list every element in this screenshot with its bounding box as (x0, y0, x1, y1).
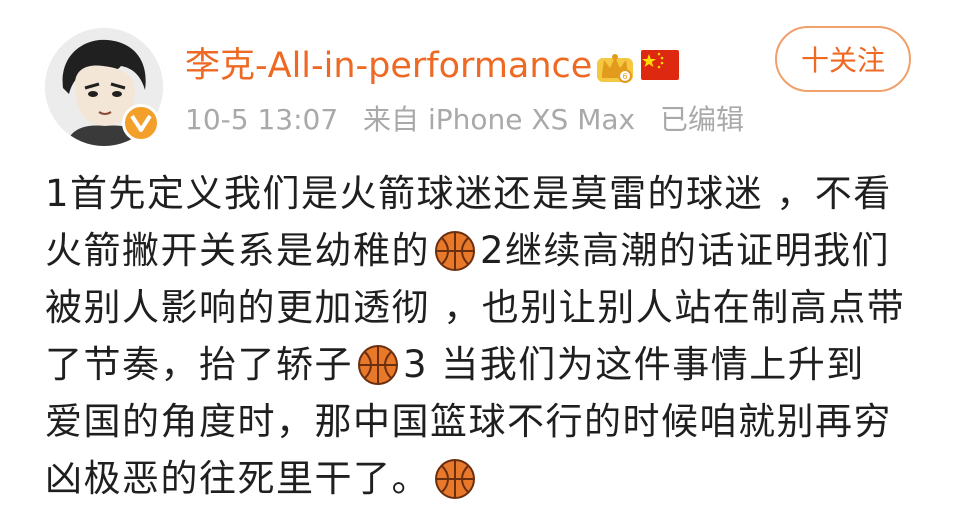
post-content: 1首先定义我们是火箭球迷还是莫雷的球迷 ，不看 火箭撇开关系是幼稚的 2继续高潮… (45, 165, 945, 507)
text-segment: 2继续高潮的话证明我们 (480, 229, 891, 272)
content-line: 火箭撇开关系是幼稚的 2继续高潮的话证明我们 (45, 222, 945, 279)
follow-button[interactable]: 十关注 (775, 26, 911, 92)
text-segment: 了节奏，抬了轿子 (45, 343, 353, 386)
basketball-icon (435, 230, 475, 271)
text-segment: 爱国的角度时，那中国篮球不行的时候咱就别再穷 (45, 400, 892, 443)
follow-label: 十关注 (800, 44, 885, 77)
text-segment: 1首先定义我们是火箭球迷还是莫雷的球迷 ，不看 (45, 172, 892, 215)
edited-label[interactable]: 已编辑 (660, 103, 744, 136)
china-flag-icon (641, 50, 679, 80)
post-meta: 10-5 13:07 来自 iPhone XS Max 已编辑 (185, 100, 760, 140)
content-line: 爱国的角度时，那中国篮球不行的时候咱就别再穷 (45, 393, 945, 450)
content-line: 被别人影响的更加透彻 ，也别让别人站在制高点带 (45, 279, 945, 336)
svg-text:6: 6 (622, 72, 627, 81)
content-line: 1首先定义我们是火箭球迷还是莫雷的球迷 ，不看 (45, 165, 945, 222)
text-segment: 凶极恶的往死里干了。 (45, 457, 430, 500)
verified-v-badge-icon (122, 104, 160, 142)
content-line: 了节奏，抬了轿子 3 当我们为这件事情上升到 (45, 336, 945, 393)
text-segment: 被别人影响的更加透彻 ，也别让别人站在制高点带 (45, 286, 906, 329)
text-segment: 火箭撇开关系是幼稚的 (45, 229, 430, 272)
text-segment: 3 当我们为这件事情上升到 (403, 343, 865, 386)
post-time: 10-5 13:07 (185, 103, 339, 136)
basketball-icon (435, 458, 475, 499)
post-source[interactable]: 来自 iPhone XS Max (363, 103, 635, 136)
weibo-post: 李克-All-in-performance 6 十关注 10-5 13:07 来… (0, 0, 970, 504)
v-mark-icon (130, 114, 152, 132)
crown-icon: 6 (597, 54, 633, 83)
username-link[interactable]: 李克-All-in-performance (185, 40, 592, 92)
basketball-icon (358, 344, 398, 385)
content-line: 凶极恶的往死里干了。 (45, 450, 945, 507)
